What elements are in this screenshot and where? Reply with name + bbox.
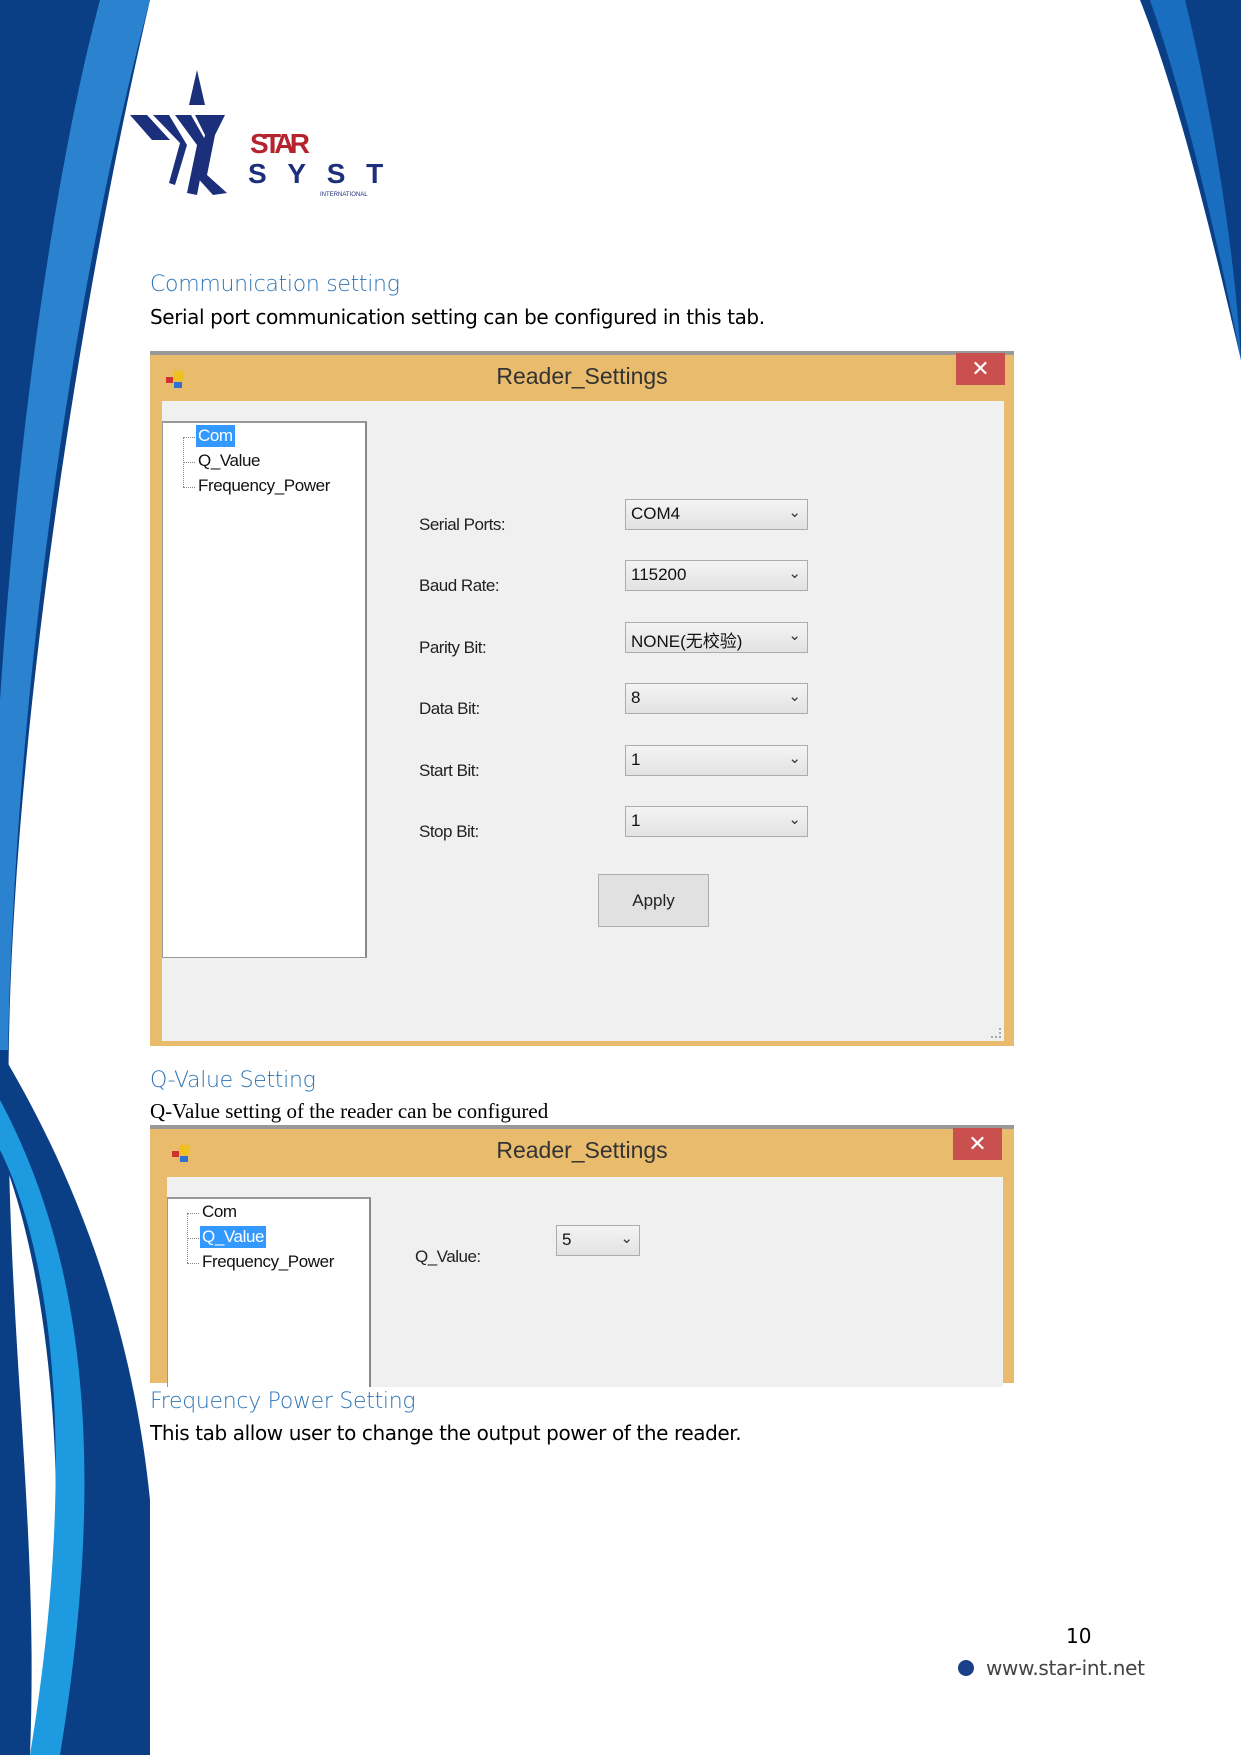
globe-icon (958, 1660, 974, 1676)
dialog-title: Reader_Settings (496, 1137, 668, 1163)
website-link[interactable]: www.star-int.net (986, 1656, 1145, 1680)
section-text-frequency-power: This tab allow user to change the output… (150, 1421, 742, 1445)
baud-rate-value: 115200 (631, 565, 687, 584)
svg-text:INTERNATIONAL: INTERNATIONAL (320, 192, 368, 198)
section-heading-communication: Communication setting (150, 272, 400, 297)
parity-bit-label: Parity Bit: (419, 638, 487, 657)
section-heading-q-value: Q-Value Setting (150, 1068, 316, 1093)
q-value-select[interactable]: 5 ⌄ (556, 1225, 640, 1256)
stop-bit-select[interactable]: 1 ⌄ (625, 806, 808, 837)
chevron-down-icon: ⌄ (788, 504, 801, 521)
dialog-title: Reader_Settings (496, 363, 668, 389)
q-value-label: Q_Value: (415, 1247, 481, 1266)
tree-item-q-value[interactable]: Q_Value (200, 1226, 267, 1248)
chevron-down-icon: ⌄ (788, 750, 801, 767)
parity-bit-value: NONE(无校验) (631, 632, 743, 651)
tree-item-q-value[interactable]: Q_Value (196, 450, 262, 472)
data-bit-select[interactable]: 8 ⌄ (625, 683, 808, 714)
serial-ports-select[interactable]: COM4 ⌄ (625, 499, 808, 530)
start-bit-value: 1 (631, 750, 641, 769)
reader-settings-dialog-com: Reader_Settings ✕ Com Q_Value Frequency_… (150, 351, 1014, 1046)
close-button[interactable]: ✕ (956, 353, 1005, 385)
svg-text:SYSTEMS: SYSTEMS (248, 158, 385, 189)
tree-item-com[interactable]: Com (200, 1201, 239, 1223)
data-bit-label: Data Bit: (419, 699, 480, 718)
dialog-client-area: Com Q_Value Frequency_Power Q_Value: 5 ⌄ (167, 1177, 1003, 1387)
q-value-value: 5 (562, 1230, 572, 1249)
tree-item-frequency-power[interactable]: Frequency_Power (196, 475, 332, 497)
star-systems-logo: STAR SYSTEMS INTERNATIONAL (125, 65, 508, 200)
settings-tree: Com Q_Value Frequency_Power (162, 421, 367, 958)
chevron-down-icon: ⌄ (788, 627, 801, 644)
svg-text:STAR: STAR (250, 128, 310, 159)
chevron-down-icon: ⌄ (620, 1230, 633, 1247)
stop-bit-value: 1 (631, 811, 641, 830)
dialog-client-area: Com Q_Value Frequency_Power Serial Ports… (162, 401, 1004, 1041)
baud-rate-label: Baud Rate: (419, 576, 500, 595)
stop-bit-label: Stop Bit: (419, 822, 479, 841)
chevron-down-icon: ⌄ (788, 811, 801, 828)
baud-rate-select[interactable]: 115200 ⌄ (625, 560, 808, 591)
chevron-down-icon: ⌄ (788, 565, 801, 582)
serial-ports-value: COM4 (631, 504, 681, 523)
serial-ports-label: Serial Ports: (419, 515, 506, 534)
apply-button[interactable]: Apply (598, 874, 709, 927)
section-heading-frequency-power: Frequency Power Setting (150, 1389, 416, 1414)
start-bit-label: Start Bit: (419, 761, 480, 780)
section-text-q-value: Q-Value setting of the reader can be con… (150, 1099, 549, 1123)
tree-item-com[interactable]: Com (196, 425, 235, 447)
tree-item-frequency-power[interactable]: Frequency_Power (200, 1251, 336, 1273)
section-text-communication: Serial port communication setting can be… (150, 305, 765, 329)
resize-grip[interactable] (991, 1028, 1001, 1038)
page-number: 10 (1066, 1624, 1092, 1648)
parity-bit-select[interactable]: NONE(无校验) ⌄ (625, 622, 808, 653)
settings-tree: Com Q_Value Frequency_Power (167, 1197, 371, 1387)
chevron-down-icon: ⌄ (788, 688, 801, 705)
close-button[interactable]: ✕ (953, 1128, 1002, 1160)
reader-settings-dialog-q-value: Reader_Settings ✕ Com Q_Value Frequency_… (150, 1125, 1014, 1387)
data-bit-value: 8 (631, 688, 641, 707)
start-bit-select[interactable]: 1 ⌄ (625, 745, 808, 776)
